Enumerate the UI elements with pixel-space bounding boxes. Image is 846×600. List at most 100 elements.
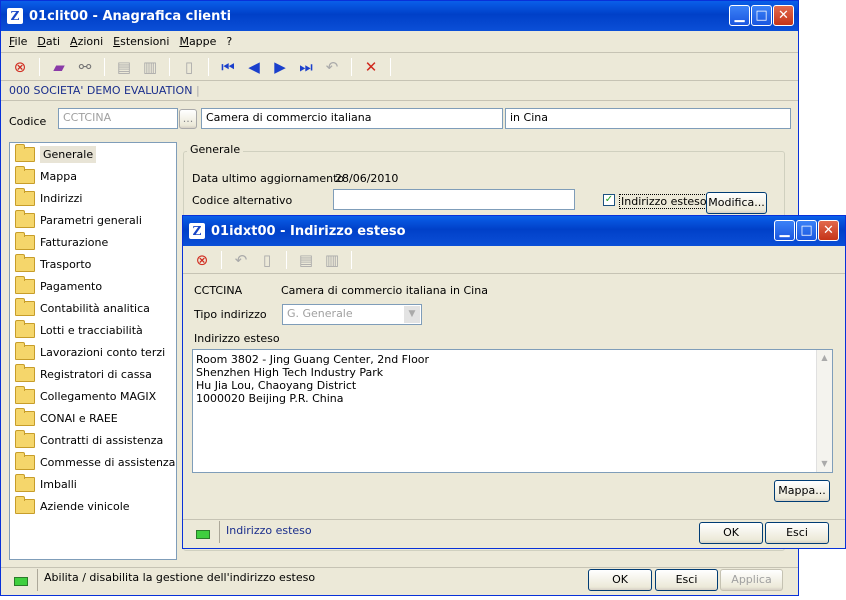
company-bar: 000 SOCIETA' DEMO EVALUATION | bbox=[1, 81, 798, 101]
alt-code-field[interactable] bbox=[333, 189, 575, 210]
dialog-close-button[interactable]: ✕ bbox=[818, 220, 839, 241]
address-line: 1000020 Beijing P.R. China bbox=[196, 392, 344, 405]
scroll-up-icon[interactable]: ▲ bbox=[817, 350, 832, 366]
dialog-minimize-button[interactable]: ▁ bbox=[774, 220, 795, 241]
print-preview-icon[interactable]: ▥ bbox=[140, 57, 160, 77]
mappa-button[interactable]: Mappa... bbox=[774, 480, 830, 502]
address-line: Hu Jia Lou, Chaoyang District bbox=[196, 379, 357, 392]
next-record-icon[interactable]: ▶ bbox=[270, 57, 290, 77]
tree-item-label: Trasporto bbox=[40, 257, 92, 271]
modifica-button[interactable]: Modifica... bbox=[706, 192, 767, 214]
dialog-window: Z 01idxt00 - Indirizzo esteso ▁ □ ✕ ⊗ ↶ … bbox=[182, 215, 846, 549]
tree-item-label: Contabilità analitica bbox=[40, 301, 150, 315]
group-title: Generale bbox=[187, 143, 244, 156]
dialog-esci-button[interactable]: Esci bbox=[765, 522, 829, 544]
dialog-print-icon[interactable]: ▤ bbox=[296, 250, 316, 270]
codice-label: Codice bbox=[9, 115, 47, 128]
dialog-code: CCTCINA bbox=[194, 284, 243, 297]
menu-estensioni[interactable]: Estensioni bbox=[113, 35, 169, 48]
tree-item[interactable]: Fatturazione bbox=[10, 231, 176, 253]
print-icon[interactable]: ▤ bbox=[114, 57, 134, 77]
tree-item-label: Lotti e tracciabilità bbox=[40, 323, 143, 337]
section-tree: Generale Mappa Indirizzi Parametri generali… bbox=[9, 142, 177, 560]
dialog-document-icon[interactable]: ▯ bbox=[257, 250, 277, 270]
alt-code-label: Codice alternativo bbox=[192, 194, 293, 207]
chevron-down-icon[interactable]: ▼ bbox=[404, 306, 420, 323]
dialog-ok-button[interactable]: OK bbox=[699, 522, 763, 544]
address-textarea[interactable]: Room 3802 - Jing Guang Center, 2nd Floor… bbox=[192, 349, 833, 473]
dialog-status-separator bbox=[219, 521, 220, 543]
codice-field[interactable]: CCTCINA bbox=[58, 108, 178, 129]
tree-item[interactable]: Collegamento MAGIX bbox=[10, 385, 176, 407]
tree-item[interactable]: Contabilità analitica bbox=[10, 297, 176, 319]
menu-file[interactable]: File bbox=[9, 35, 27, 48]
delete-icon[interactable]: ✕ bbox=[361, 57, 381, 77]
textarea-scrollbar[interactable]: ▲ ▼ bbox=[816, 350, 832, 472]
previous-record-icon[interactable]: ◀ bbox=[244, 57, 264, 77]
menu-mappe[interactable]: Mappe bbox=[179, 35, 216, 48]
tree-item-label: Imballi bbox=[40, 477, 77, 491]
dialog-maximize-button[interactable]: □ bbox=[796, 220, 817, 241]
main-applica-button[interactable]: Applica bbox=[720, 569, 783, 591]
address-line: Room 3802 - Jing Guang Center, 2nd Floor bbox=[196, 353, 430, 366]
dialog-undo-icon[interactable]: ↶ bbox=[231, 250, 251, 270]
cancel-icon[interactable]: ⊗ bbox=[10, 57, 30, 77]
book-icon[interactable]: ▰ bbox=[49, 57, 69, 77]
folder-icon bbox=[15, 187, 35, 206]
main-titlebar[interactable]: Z 01clit00 - Anagrafica clienti ▁ □ ✕ bbox=[1, 1, 798, 31]
tree-item[interactable]: Contratti di assistenza bbox=[10, 429, 176, 451]
tree-item[interactable]: Generale bbox=[10, 143, 176, 165]
close-button[interactable]: ✕ bbox=[773, 5, 794, 26]
tree-item[interactable]: Lavorazioni conto terzi bbox=[10, 341, 176, 363]
tree-item[interactable]: Commesse di assistenza bbox=[10, 451, 176, 473]
tree-item-label: Registratori di cassa bbox=[40, 367, 152, 381]
tree-item-label: Parametri generali bbox=[40, 213, 142, 227]
name-field[interactable]: Camera di commercio italiana bbox=[201, 108, 503, 129]
tree-item[interactable]: Aziende vinicole bbox=[10, 495, 176, 517]
company-name: 000 SOCIETA' DEMO EVALUATION bbox=[9, 84, 193, 97]
ext-addr-label: Indirizzo esteso bbox=[619, 194, 709, 209]
tree-item[interactable]: Lotti e tracciabilità bbox=[10, 319, 176, 341]
main-esci-button[interactable]: Esci bbox=[655, 569, 718, 591]
menu-help[interactable]: ? bbox=[226, 35, 232, 48]
tree-item-label: Collegamento MAGIX bbox=[40, 389, 157, 403]
name2-field[interactable]: in Cina bbox=[505, 108, 791, 129]
maximize-button[interactable]: □ bbox=[751, 5, 772, 26]
main-ok-button[interactable]: OK bbox=[588, 569, 652, 591]
menu-azioni[interactable]: Azioni bbox=[70, 35, 103, 48]
folder-icon bbox=[15, 385, 35, 404]
binoculars-icon[interactable]: ⚯ bbox=[75, 57, 95, 77]
tree-item[interactable]: Parametri generali bbox=[10, 209, 176, 231]
tipo-indirizzo-value: G. Generale bbox=[287, 307, 353, 320]
first-record-icon[interactable]: ⏮ bbox=[218, 57, 238, 77]
dialog-cancel-icon[interactable]: ⊗ bbox=[192, 250, 212, 270]
tree-item[interactable]: Indirizzi bbox=[10, 187, 176, 209]
document-icon[interactable]: ▯ bbox=[179, 57, 199, 77]
tree-item[interactable]: Pagamento bbox=[10, 275, 176, 297]
tipo-indirizzo-select[interactable]: G. Generale ▼ bbox=[282, 304, 422, 325]
last-record-icon[interactable]: ⏭ bbox=[296, 57, 316, 77]
dialog-title: 01idxt00 - Indirizzo esteso bbox=[211, 223, 406, 239]
minimize-button[interactable]: ▁ bbox=[729, 5, 750, 26]
dialog-status-text: Indirizzo esteso bbox=[226, 524, 312, 537]
tree-item[interactable]: Imballi bbox=[10, 473, 176, 495]
tree-item[interactable]: Registratori di cassa bbox=[10, 363, 176, 385]
scroll-down-icon[interactable]: ▼ bbox=[817, 456, 832, 472]
tree-item[interactable]: Mappa bbox=[10, 165, 176, 187]
folder-icon bbox=[15, 275, 35, 294]
dialog-status-led-icon bbox=[196, 529, 210, 542]
tree-item[interactable]: CONAI e RAEE bbox=[10, 407, 176, 429]
undo-icon[interactable]: ↶ bbox=[322, 57, 342, 77]
folder-icon bbox=[15, 451, 35, 470]
dialog-titlebar[interactable]: Z 01idxt00 - Indirizzo esteso ▁ □ ✕ bbox=[183, 216, 845, 246]
menu-dati[interactable]: Dati bbox=[37, 35, 60, 48]
dialog-print-preview-icon[interactable]: ▥ bbox=[322, 250, 342, 270]
folder-icon bbox=[15, 143, 35, 162]
tree-item[interactable]: Trasporto bbox=[10, 253, 176, 275]
ext-addr-checkbox[interactable]: ✓ bbox=[603, 194, 615, 206]
codice-browse-button[interactable]: ... bbox=[179, 109, 197, 129]
tree-item-label: Lavorazioni conto terzi bbox=[40, 345, 166, 359]
address-label: Indirizzo esteso bbox=[194, 332, 280, 345]
address-line: Shenzhen High Tech Industry Park bbox=[196, 366, 384, 379]
tree-item-label: Indirizzi bbox=[40, 191, 83, 205]
